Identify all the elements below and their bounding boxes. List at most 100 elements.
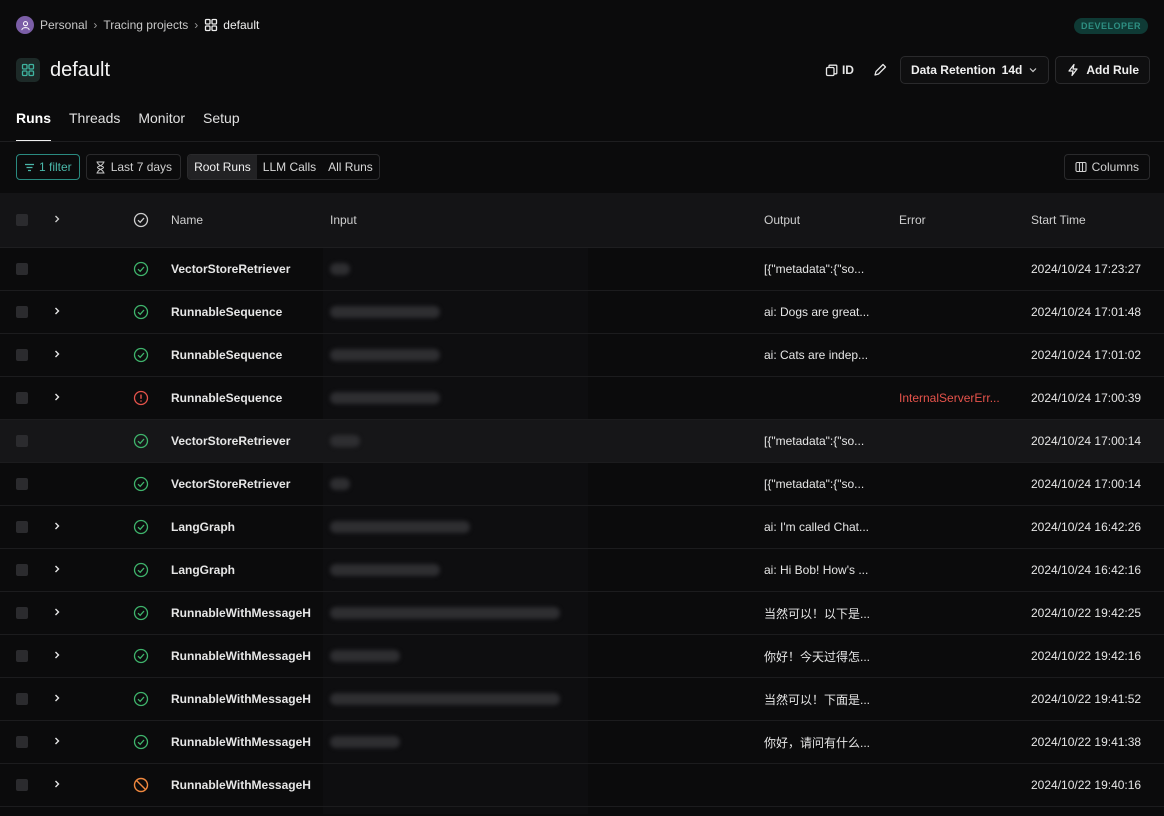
runs-table: Name Input Output Error Start Time Vecto… [0, 193, 1164, 807]
page-title: default [50, 58, 111, 81]
row-checkbox[interactable] [16, 564, 28, 576]
segment-llm-calls[interactable]: LLM Calls [257, 155, 322, 179]
run-output: 当然可以！以下是... [764, 606, 871, 621]
expand-chevron-icon[interactable] [52, 521, 62, 531]
row-checkbox[interactable] [16, 779, 28, 791]
run-name[interactable]: RunnableWithMessageH [171, 735, 329, 749]
avatar[interactable] [16, 16, 34, 34]
tab-runs[interactable]: Runs [16, 108, 51, 142]
table-row[interactable]: RunnableWithMessageH 当然可以！以下是... 2024/10/2… [0, 592, 1164, 635]
status-column-icon [133, 212, 149, 228]
expand-chevron-icon[interactable] [52, 306, 62, 316]
expand-chevron-icon[interactable] [52, 736, 62, 746]
table-row[interactable]: LangGraph ai: I'm called Chat... 2024/10/2… [0, 506, 1164, 549]
row-checkbox[interactable] [16, 435, 28, 447]
tab-threads[interactable]: Threads [69, 108, 120, 142]
table-row[interactable]: VectorStoreRetriever [{"metadata":{"so...… [0, 248, 1164, 291]
header-start-time[interactable]: Start Time [1031, 213, 1164, 227]
expand-chevron-icon[interactable] [52, 650, 62, 660]
row-checkbox[interactable] [16, 693, 28, 705]
expand-chevron-icon[interactable] [52, 693, 62, 703]
copy-id-button[interactable]: ID [819, 56, 860, 84]
header-input[interactable]: Input [329, 213, 764, 227]
filter-bar: 1 filter Last 7 days Root Runs LLM Calls… [16, 154, 1150, 180]
tab-setup[interactable]: Setup [203, 108, 240, 142]
run-output: ai: Cats are indep... [764, 348, 869, 362]
expand-chevron-icon[interactable] [52, 392, 62, 402]
expand-all-chevron-icon[interactable] [52, 214, 62, 224]
project-icon [16, 58, 40, 82]
expand-chevron-icon[interactable] [52, 349, 62, 359]
run-name[interactable]: RunnableSequence [171, 348, 329, 362]
row-checkbox[interactable] [16, 349, 28, 361]
edit-button[interactable] [866, 56, 894, 84]
success-check-icon [133, 605, 149, 621]
chevron-right-icon: › [93, 18, 98, 32]
run-name[interactable]: RunnableWithMessageH [171, 606, 329, 620]
run-start-time: 2024/10/24 16:42:26 [1031, 520, 1142, 534]
expand-chevron-icon[interactable] [52, 564, 62, 574]
run-name[interactable]: RunnableWithMessageH [171, 692, 329, 706]
table-row[interactable]: RunnableWithMessageH 当然可以！下面是... 2024/10/2… [0, 678, 1164, 721]
select-all-checkbox[interactable] [16, 214, 28, 226]
run-output: 你好，请问有什么... [764, 735, 871, 750]
run-start-time: 2024/10/24 17:00:14 [1031, 434, 1142, 448]
tab-bar: Runs Threads Monitor Setup [16, 108, 240, 142]
blurred-input [330, 564, 440, 576]
run-name[interactable]: RunnableWithMessageH [171, 778, 329, 792]
header-error[interactable]: Error [899, 213, 1031, 227]
header-name[interactable]: Name [171, 213, 329, 227]
run-name[interactable]: VectorStoreRetriever [171, 477, 329, 491]
row-checkbox[interactable] [16, 650, 28, 662]
breadcrumb-workspace[interactable]: Personal [40, 18, 87, 32]
table-row[interactable]: LangGraph ai: Hi Bob! How's ... 2024/10/24… [0, 549, 1164, 592]
success-check-icon [133, 691, 149, 707]
run-name[interactable]: VectorStoreRetriever [171, 434, 329, 448]
table-row[interactable]: VectorStoreRetriever [{"metadata":{"so...… [0, 463, 1164, 506]
tab-monitor[interactable]: Monitor [138, 108, 185, 142]
blurred-input [330, 349, 440, 361]
table-row[interactable]: VectorStoreRetriever [{"metadata":{"so...… [0, 420, 1164, 463]
row-checkbox[interactable] [16, 263, 28, 275]
segment-all-runs[interactable]: All Runs [322, 155, 379, 179]
run-name[interactable]: LangGraph [171, 520, 329, 534]
row-checkbox[interactable] [16, 478, 28, 490]
row-checkbox[interactable] [16, 521, 28, 533]
segment-root-runs[interactable]: Root Runs [188, 155, 257, 179]
table-row[interactable]: RunnableWithMessageH 2024/10/22 19:40:16 [0, 764, 1164, 807]
run-output: ai: I'm called Chat... [764, 520, 869, 534]
row-checkbox[interactable] [16, 306, 28, 318]
add-rule-button[interactable]: Add Rule [1055, 56, 1150, 84]
run-name[interactable]: RunnableSequence [171, 305, 329, 319]
row-checkbox[interactable] [16, 392, 28, 404]
header-output[interactable]: Output [764, 213, 899, 227]
table-row[interactable]: RunnableSequence ai: Cats are indep... 202… [0, 334, 1164, 377]
run-output: 你好！今天过得怎... [764, 649, 871, 664]
data-retention-value: 14d [1001, 63, 1023, 77]
run-name[interactable]: VectorStoreRetriever [171, 262, 329, 276]
breadcrumb-section[interactable]: Tracing projects [103, 18, 188, 32]
row-checkbox[interactable] [16, 736, 28, 748]
run-input [329, 607, 764, 619]
columns-button[interactable]: Columns [1063, 154, 1150, 180]
data-retention-dropdown[interactable]: Data Retention 14d [899, 56, 1050, 84]
table-row[interactable]: RunnableSequence InternalServerErr... 2024… [0, 377, 1164, 420]
run-output: [{"metadata":{"so... [764, 262, 865, 276]
run-name[interactable]: LangGraph [171, 563, 329, 577]
row-checkbox[interactable] [16, 607, 28, 619]
table-row[interactable]: RunnableWithMessageH 你好！今天过得怎... 2024/10/2… [0, 635, 1164, 678]
run-name[interactable]: RunnableSequence [171, 391, 329, 405]
filter-button[interactable]: 1 filter [16, 154, 80, 180]
expand-chevron-icon[interactable] [52, 779, 62, 789]
breadcrumb-current: default [204, 18, 259, 32]
table-row[interactable]: RunnableSequence ai: Dogs are great... 202… [0, 291, 1164, 334]
table-row[interactable]: RunnableWithMessageH 你好，请问有什么... 2024/10/2… [0, 721, 1164, 764]
data-retention-label: Data Retention [910, 63, 996, 77]
run-name[interactable]: RunnableWithMessageH [171, 649, 329, 663]
run-input [329, 693, 764, 705]
date-range-button[interactable]: Last 7 days [85, 154, 182, 180]
run-start-time: 2024/10/24 17:01:02 [1031, 348, 1142, 362]
success-check-icon [133, 648, 149, 664]
blurred-input [330, 521, 470, 533]
expand-chevron-icon[interactable] [52, 607, 62, 617]
